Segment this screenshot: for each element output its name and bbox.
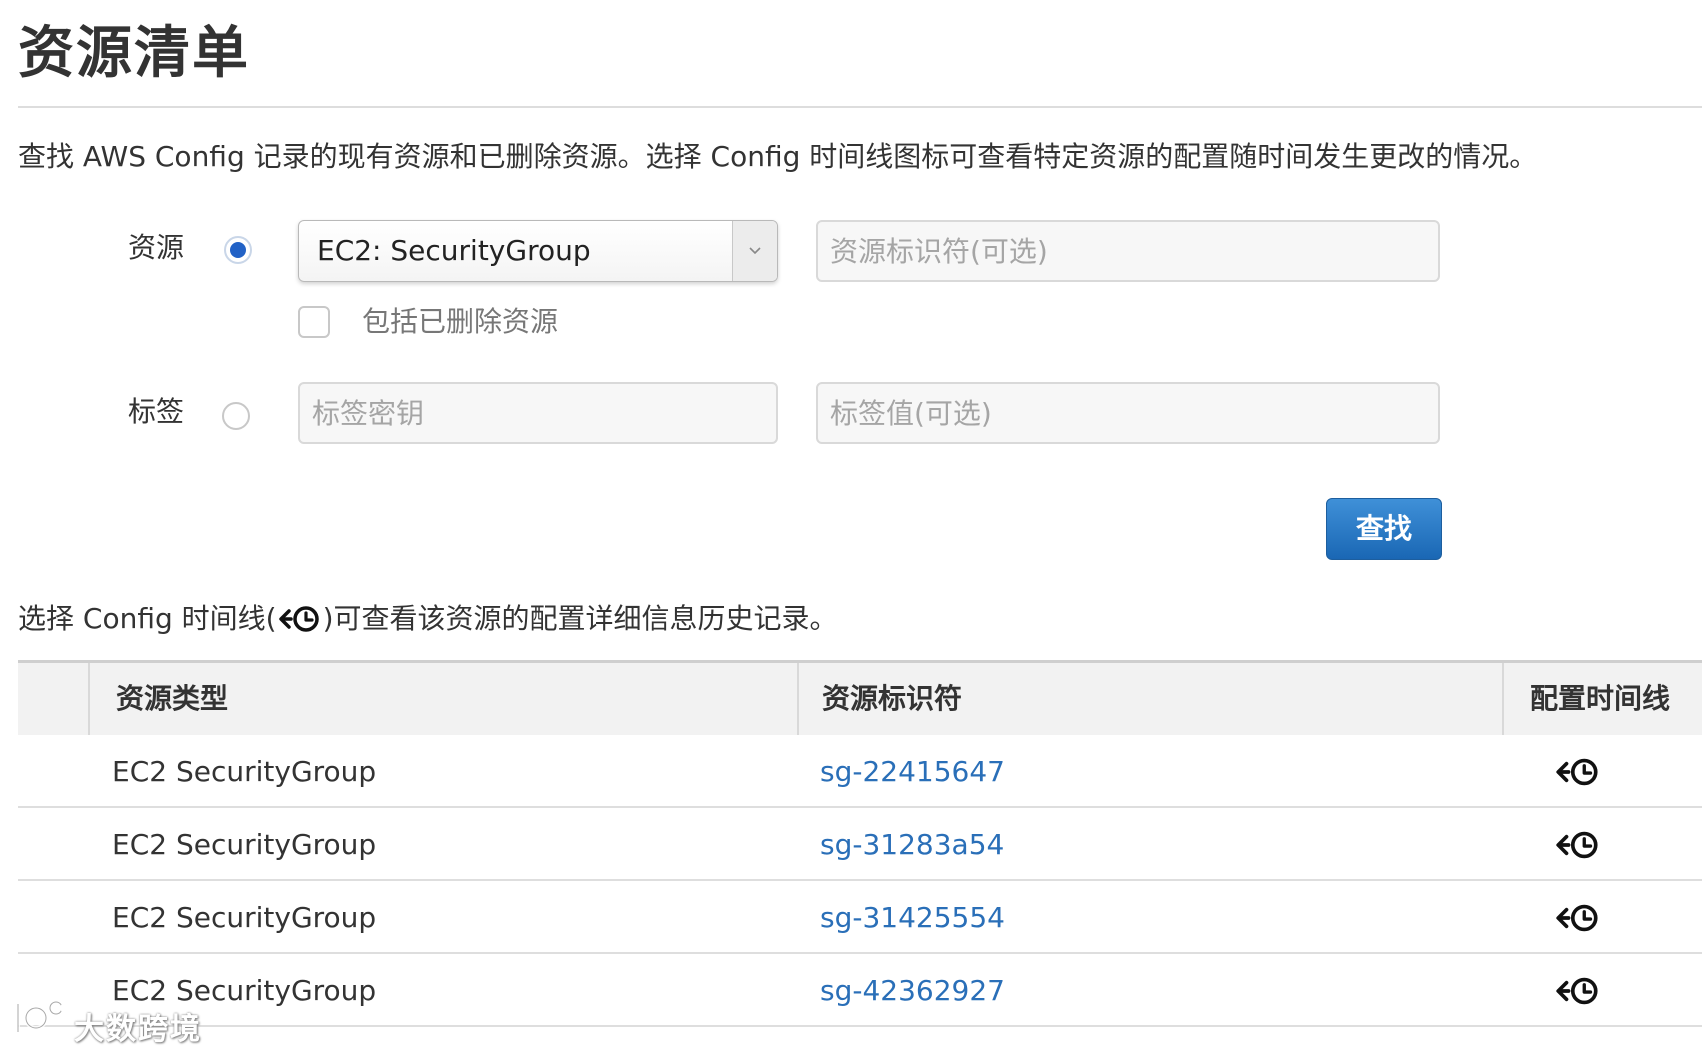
resource-type-value: EC2: SecurityGroup (317, 234, 591, 267)
cell-resource-type: EC2 SecurityGroup (112, 901, 377, 934)
tag-key-input[interactable] (298, 382, 778, 444)
timeline-clock-icon[interactable] (1554, 974, 1602, 1008)
watermark-logo (16, 1000, 74, 1034)
title-divider (18, 106, 1702, 108)
hint-suffix: )可查看该资源的配置详细信息历史记录。 (322, 602, 838, 635)
timeline-clock-icon[interactable] (1554, 901, 1602, 935)
row-divider (18, 879, 1702, 881)
row-divider (18, 1025, 1702, 1027)
timeline-clock-icon[interactable] (1554, 828, 1602, 862)
timeline-clock-icon[interactable] (1554, 755, 1602, 789)
tag-label: 标签 (128, 395, 185, 428)
resource-type-select[interactable]: EC2: SecurityGroup (298, 220, 778, 282)
resource-id-input[interactable] (816, 220, 1440, 282)
column-separator (88, 663, 90, 735)
page-title: 资源清单 (18, 21, 250, 86)
resource-id-link[interactable]: sg-31425554 (820, 900, 1005, 936)
resource-id-link[interactable]: sg-31283a54 (820, 827, 1004, 863)
page-description: 查找 AWS Config 记录的现有资源和已删除资源。选择 Config 时间… (18, 140, 1538, 173)
column-separator (1502, 663, 1504, 735)
resource-label: 资源 (128, 231, 185, 264)
chevron-down-icon[interactable] (733, 221, 777, 281)
timeline-clock-icon (278, 606, 319, 632)
search-button[interactable]: 查找 (1326, 498, 1442, 560)
column-header-config-timeline: 配置时间线 (1530, 682, 1671, 715)
column-separator (797, 663, 799, 735)
tag-radio[interactable] (222, 402, 250, 430)
tag-value-input[interactable] (816, 382, 1440, 444)
row-divider (18, 952, 1702, 954)
resource-id-link[interactable]: sg-22415647 (820, 754, 1005, 790)
column-header-resource-id[interactable]: 资源标识符 (822, 681, 962, 717)
timeline-hint: 选择 Config 时间线( )可查看该资源的配置详细信息历史记录。 (18, 600, 838, 638)
resource-radio[interactable] (224, 236, 252, 264)
include-deleted-checkbox[interactable] (298, 306, 330, 338)
include-deleted-label: 包括已删除资源 (362, 305, 559, 338)
cell-resource-type: EC2 SecurityGroup (112, 755, 377, 788)
row-divider (18, 806, 1702, 808)
cell-resource-type: EC2 SecurityGroup (112, 828, 377, 861)
hint-prefix: 选择 Config 时间线( (18, 602, 277, 635)
watermark-text: 大数跨境 (74, 1012, 202, 1047)
column-header-resource-type[interactable]: 资源类型 (116, 681, 228, 717)
resource-id-link[interactable]: sg-42362927 (820, 973, 1005, 1009)
